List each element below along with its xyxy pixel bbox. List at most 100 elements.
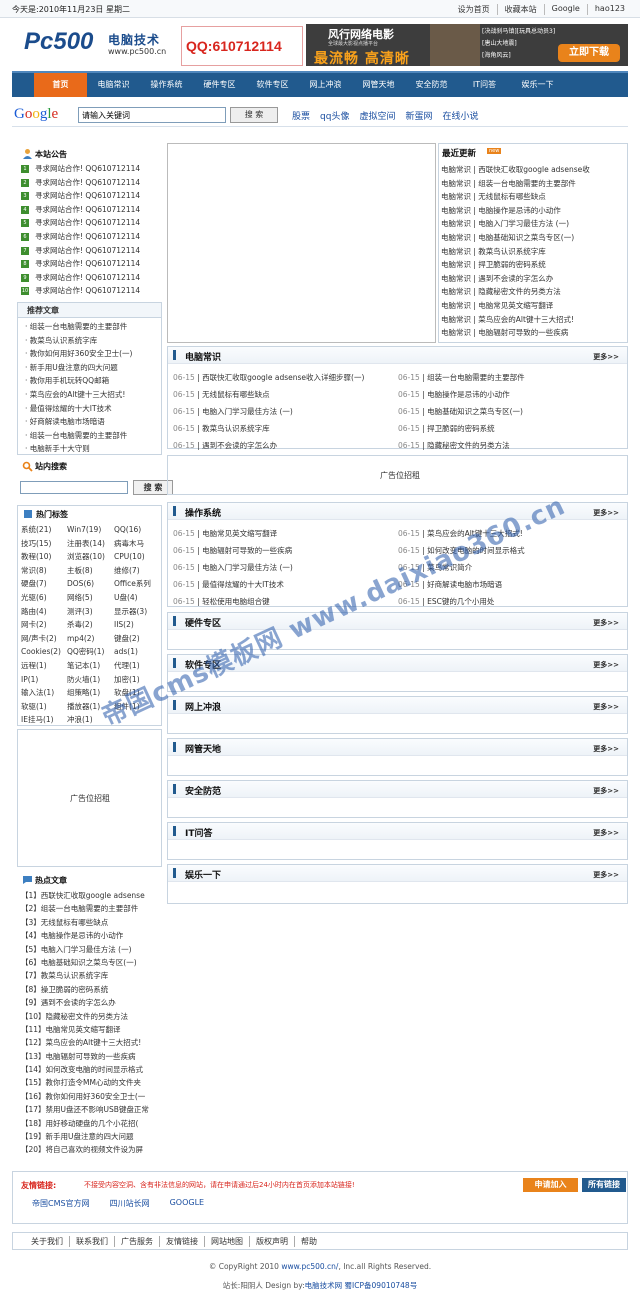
article-item[interactable]: 06-15 | 电脑基础知识之菜鸟专区(一) <box>398 403 623 420</box>
list-item[interactable]: 【20】将自己喜欢的视频文件设为屏 <box>21 1143 159 1156</box>
tag-link[interactable]: 主板(8) <box>67 564 114 578</box>
tag-link[interactable]: 杀毒(2) <box>67 618 114 632</box>
nav-security[interactable]: 安全防范 <box>405 73 458 97</box>
list-item[interactable]: 【17】禁用U盘还不影响USB键盘正常 <box>21 1103 159 1116</box>
nav-hardware[interactable]: 硬件专区 <box>193 73 246 97</box>
tag-link[interactable]: 代理(1) <box>114 659 160 673</box>
list-item[interactable]: 4 寻求网站合作! QQ610712114 <box>21 203 140 217</box>
friend-link[interactable]: 四川站长网 <box>110 1198 150 1209</box>
tag-link[interactable]: Cookies(2) <box>21 645 67 659</box>
list-item[interactable]: 9 寻求网站合作! QQ610712114 <box>21 271 140 285</box>
tag-link[interactable]: 光驱(6) <box>21 591 67 605</box>
copyright-link[interactable]: www.pc500.cn/ <box>281 1262 338 1271</box>
tag-link[interactable]: 网/声卡(2) <box>21 632 67 646</box>
list-item[interactable]: 【2】组装一台电脑需要的主要部件 <box>21 902 159 915</box>
tag-link[interactable]: 硬盘(7) <box>21 577 67 591</box>
hao123-link[interactable]: hao123 <box>586 4 632 15</box>
list-item[interactable]: 【18】用好移动硬盘的几个小花招( <box>21 1117 159 1130</box>
article-title[interactable]: 遇到不会读的字怎么办 <box>202 441 277 450</box>
tag-link[interactable]: QQ(16) <box>114 523 160 537</box>
article-item[interactable]: 06-15 | 菜鸟应会的Alt键十三大招式! <box>398 525 623 542</box>
list-item[interactable]: 电脑常识 | 电脑操作是忌讳的小动作 <box>441 204 625 218</box>
tag-link[interactable]: 测评(3) <box>67 605 114 619</box>
more-link[interactable]: 更多>> <box>593 828 619 838</box>
list-item[interactable]: · 组装一台电脑需要的主要部件 <box>25 429 161 443</box>
list-item[interactable]: 电脑常识 | 隐藏秘密文件的另类方法 <box>441 285 625 299</box>
article-title[interactable]: 好商解读电脑市场暗语 <box>427 580 502 589</box>
list-item[interactable]: 电脑常识 | 西联快汇收取google adsense收 <box>441 163 625 177</box>
tag-link[interactable]: ads(1) <box>114 645 160 659</box>
article-title[interactable]: 组装一台电脑需要的主要部件 <box>427 373 525 382</box>
tag-link[interactable]: 加密(1) <box>114 673 160 687</box>
list-item[interactable]: 【4】电脑操作是忌讳的小动作 <box>21 929 159 942</box>
list-item[interactable]: 电脑常识 | 教菜鸟认识系统字库 <box>441 245 625 259</box>
list-item[interactable]: · 电脑新手十大守则 <box>25 442 161 456</box>
hot-link-newegg[interactable]: 新蛋网 <box>405 109 432 122</box>
download-button[interactable]: 立即下载 <box>558 44 620 62</box>
list-item[interactable]: · 菜鸟应会的Alt键十三大招式! <box>25 388 161 402</box>
friend-link[interactable]: 帝国CMS官方网 <box>32 1198 90 1209</box>
list-item[interactable]: 电脑常识 | 菜鸟应会的Alt键十三大招式! <box>441 313 625 327</box>
flash-slideshow[interactable] <box>167 143 436 343</box>
set-homepage-link[interactable]: 设为首页 <box>451 4 497 15</box>
tag-link[interactable]: 软盘(1) <box>114 686 160 700</box>
tag-link[interactable]: DOS(6) <box>67 577 114 591</box>
list-item[interactable]: 电脑常识 | 电脑辐射可导致的一些疾病 <box>441 326 625 340</box>
section-title[interactable]: 安全防范 <box>185 784 221 797</box>
list-item[interactable]: · 最值得炫耀的十大IT技术 <box>25 402 161 416</box>
more-link[interactable]: 更多>> <box>593 870 619 880</box>
tag-link[interactable]: IP(1) <box>21 673 67 687</box>
list-item[interactable]: · 教你用手机玩转QQ邮箱 <box>25 374 161 388</box>
list-item[interactable]: · 好商解读电脑市场暗语 <box>25 415 161 429</box>
list-item[interactable]: 【14】如何改变电脑的时间显示格式 <box>21 1063 159 1076</box>
nav-os[interactable]: 操作系统 <box>140 73 193 97</box>
article-title[interactable]: 轻松使用电脑组合键 <box>202 597 270 606</box>
tag-link[interactable]: 组策略(1) <box>67 686 114 700</box>
tag-link[interactable]: 网络(5) <box>67 591 114 605</box>
section-title[interactable]: 娱乐一下 <box>185 868 221 881</box>
list-item[interactable]: 【11】电脑常见英文缩写翻译 <box>21 1023 159 1036</box>
all-links-button[interactable]: 所有链接 <box>582 1178 626 1192</box>
tag-link[interactable]: 键盘(2) <box>114 632 160 646</box>
list-item[interactable]: · 组装一台电脑需要的主要部件 <box>25 320 161 334</box>
ad-slot-left[interactable]: 广告位招租 <box>17 729 162 867</box>
tag-link[interactable]: Win7(19) <box>67 523 114 537</box>
article-title[interactable]: 教菜鸟认识系统字库 <box>202 424 270 433</box>
article-title[interactable]: 无线鼠标有哪些缺点 <box>202 390 270 399</box>
footer-ads[interactable]: 广告服务 <box>114 1235 159 1247</box>
list-item[interactable]: 【15】教你打造令MM心动的文件夹 <box>21 1076 159 1089</box>
list-item[interactable]: 电脑常识 | 无线鼠标有哪些缺点 <box>441 190 625 204</box>
article-item[interactable]: 06-15 | 好商解读电脑市场暗语 <box>398 576 623 593</box>
more-link[interactable]: 更多>> <box>593 508 619 518</box>
tag-link[interactable]: 教程(10) <box>21 550 67 564</box>
article-title[interactable]: 西联快汇收取google adsense收入详细步骤(一) <box>202 373 364 382</box>
article-item[interactable]: 06-15 | 电脑入门学习最佳方法 (一) <box>173 559 398 576</box>
tag-link[interactable]: 冲浪(1) <box>67 713 114 727</box>
more-link[interactable]: 更多>> <box>593 618 619 628</box>
article-item[interactable]: 06-15 | 教菜鸟认识系统字库 <box>173 420 398 437</box>
list-item[interactable]: 【9】遇到不会读的字怎么办 <box>21 996 159 1009</box>
section-title[interactable]: 软件专区 <box>185 658 221 671</box>
article-title[interactable]: 电脑基础知识之菜鸟专区(一) <box>427 407 523 416</box>
icp-number-link[interactable]: 蜀ICP备09010748号 <box>342 1281 418 1290</box>
nav-fun[interactable]: 娱乐一下 <box>511 73 564 97</box>
article-item[interactable]: 06-15 | 电脑入门学习最佳方法 (一) <box>173 403 398 420</box>
search-button[interactable]: 搜 索 <box>230 107 278 123</box>
article-item[interactable]: 06-15 | 如何改变电脑的时间显示格式 <box>398 542 623 559</box>
bookmark-link[interactable]: 收藏本站 <box>496 4 544 15</box>
list-item[interactable]: 电脑常识 | 遇到不会读的字怎么办 <box>441 272 625 286</box>
section-title[interactable]: 操作系统 <box>185 506 221 519</box>
list-item[interactable]: · 教你如何用好360安全卫士(一) <box>25 347 161 361</box>
article-item[interactable]: 06-15 | ESC键的几个小用处 <box>398 593 623 610</box>
list-item[interactable]: 【6】电脑基础知识之菜鸟专区(一) <box>21 956 159 969</box>
tag-link[interactable]: Office系列 <box>114 577 160 591</box>
article-item[interactable]: 06-15 | 组装一台电脑需要的主要部件 <box>398 369 623 386</box>
hot-link-stock[interactable]: 股票 <box>292 109 310 122</box>
design-link[interactable]: 电脑技术网 <box>305 1281 343 1290</box>
tag-link[interactable]: 组件(1) <box>114 700 160 714</box>
nav-it-qa[interactable]: IT问答 <box>458 73 511 97</box>
list-item[interactable]: · 教菜鸟认识系统字库 <box>25 334 161 348</box>
article-item[interactable]: 06-15 | 隐藏秘密文件的另类方法 <box>398 437 623 454</box>
nav-surfing[interactable]: 网上冲浪 <box>299 73 352 97</box>
list-item[interactable]: 【7】教菜鸟认识系统字库 <box>21 969 159 982</box>
